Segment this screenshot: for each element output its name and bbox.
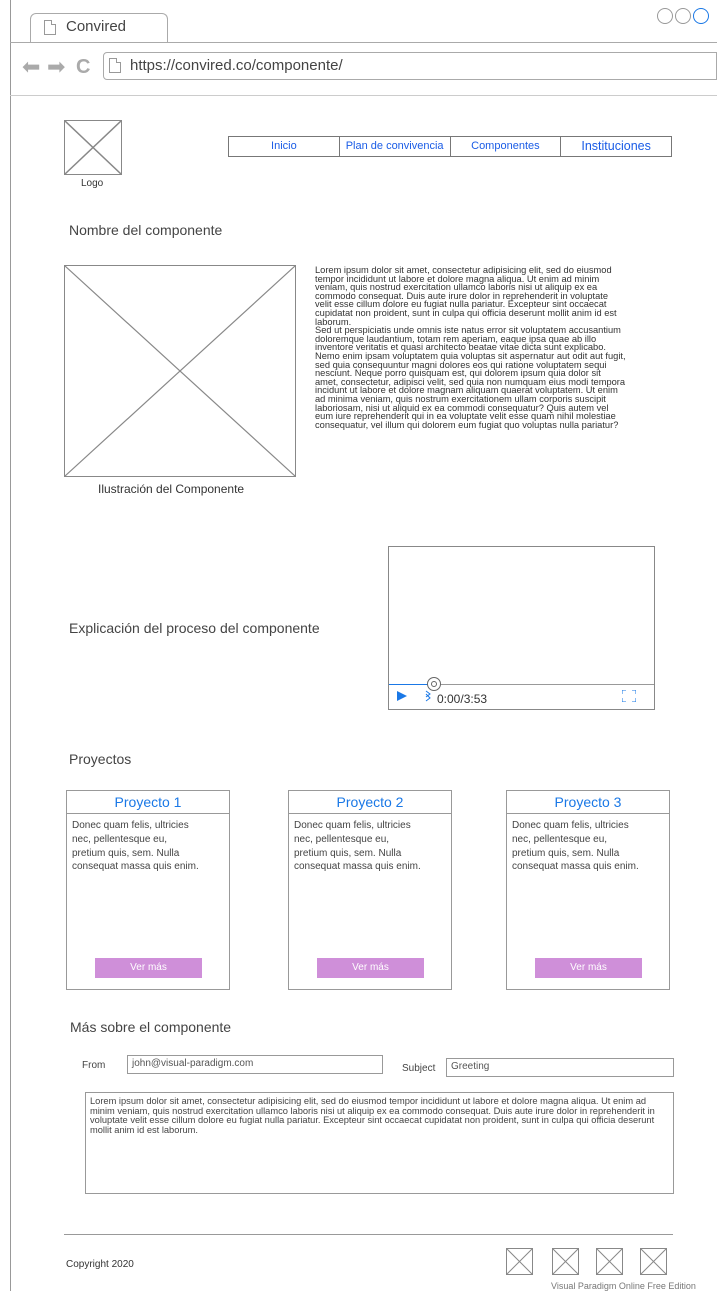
main-nav: Inicio Plan de convivencia Componentes I…	[228, 136, 672, 157]
video-time: 0:00/3:53	[437, 692, 488, 706]
project-card: Proyecto 1 Donec quam felis, ultricies n…	[66, 790, 230, 990]
social-icon-placeholder[interactable]	[640, 1248, 667, 1275]
video-player[interactable]: 0:00/3:53	[388, 546, 655, 710]
nav-item-instituciones[interactable]: Instituciones	[561, 137, 671, 156]
from-label: From	[82, 1060, 106, 1071]
logo-placeholder	[64, 120, 122, 175]
nav-item-inicio[interactable]: Inicio	[229, 137, 340, 156]
play-icon[interactable]	[397, 691, 407, 701]
component-illustration	[64, 265, 296, 477]
back-arrow-icon[interactable]: ⬅	[22, 56, 40, 78]
process-title: Explicación del proceso del componente	[69, 620, 320, 636]
ver-mas-button[interactable]: Ver más	[317, 958, 424, 978]
illustration-caption: Ilustración del Componente	[98, 482, 245, 496]
from-field[interactable]: john@visual-paradigm.com	[127, 1055, 383, 1074]
url-text[interactable]: https://convired.co/componente/	[130, 57, 343, 74]
project-description: Donec quam felis, ultricies nec, pellent…	[512, 820, 639, 873]
ver-mas-button[interactable]: Ver más	[535, 958, 642, 978]
ver-mas-button[interactable]: Ver más	[95, 958, 202, 978]
fullscreen-icon[interactable]	[622, 690, 636, 702]
social-icon-placeholder[interactable]	[506, 1248, 533, 1275]
component-description: Lorem ipsum dolor sit amet, consectetur …	[315, 265, 626, 430]
social-icon-placeholder[interactable]	[552, 1248, 579, 1275]
nav-item-componentes[interactable]: Componentes	[451, 137, 562, 156]
project-title[interactable]: Proyecto 2	[289, 794, 451, 810]
video-scrubber-handle[interactable]	[427, 677, 441, 691]
project-card: Proyecto 2 Donec quam felis, ultricies n…	[288, 790, 452, 990]
social-icon-placeholder[interactable]	[596, 1248, 623, 1275]
watermark-text: Visual Paradigm Online Free Edition	[551, 1281, 696, 1291]
subject-label: Subject	[402, 1063, 436, 1074]
logo-label: Logo	[81, 178, 104, 189]
window-control-icon[interactable]	[693, 8, 709, 24]
copyright-text: Copyright 2020	[66, 1259, 134, 1270]
subject-field[interactable]: Greeting	[446, 1058, 674, 1077]
contact-title: Más sobre el componente	[70, 1019, 232, 1035]
reload-icon[interactable]: C	[76, 57, 90, 77]
project-title[interactable]: Proyecto 3	[507, 794, 669, 810]
message-textarea[interactable]: Lorem ipsum dolor sit amet, consectetur …	[85, 1092, 674, 1194]
tab-title: Convired	[66, 18, 127, 35]
window-control-icon[interactable]	[675, 8, 691, 24]
project-description: Donec quam felis, ultricies nec, pellent…	[294, 820, 421, 873]
page-icon	[109, 58, 121, 73]
projects-title: Proyectos	[69, 751, 132, 767]
project-title[interactable]: Proyecto 1	[67, 794, 229, 810]
page-icon	[44, 20, 56, 35]
forward-arrow-icon[interactable]: ➡	[47, 56, 65, 78]
window-control-icon[interactable]	[657, 8, 673, 24]
nav-item-plan-de-convivencia[interactable]: Plan de convivencia	[340, 137, 451, 156]
volume-icon[interactable]	[425, 690, 431, 702]
project-card: Proyecto 3 Donec quam felis, ultricies n…	[506, 790, 670, 990]
project-description: Donec quam felis, ultricies nec, pellent…	[72, 820, 199, 873]
component-title: Nombre del componente	[69, 222, 223, 238]
